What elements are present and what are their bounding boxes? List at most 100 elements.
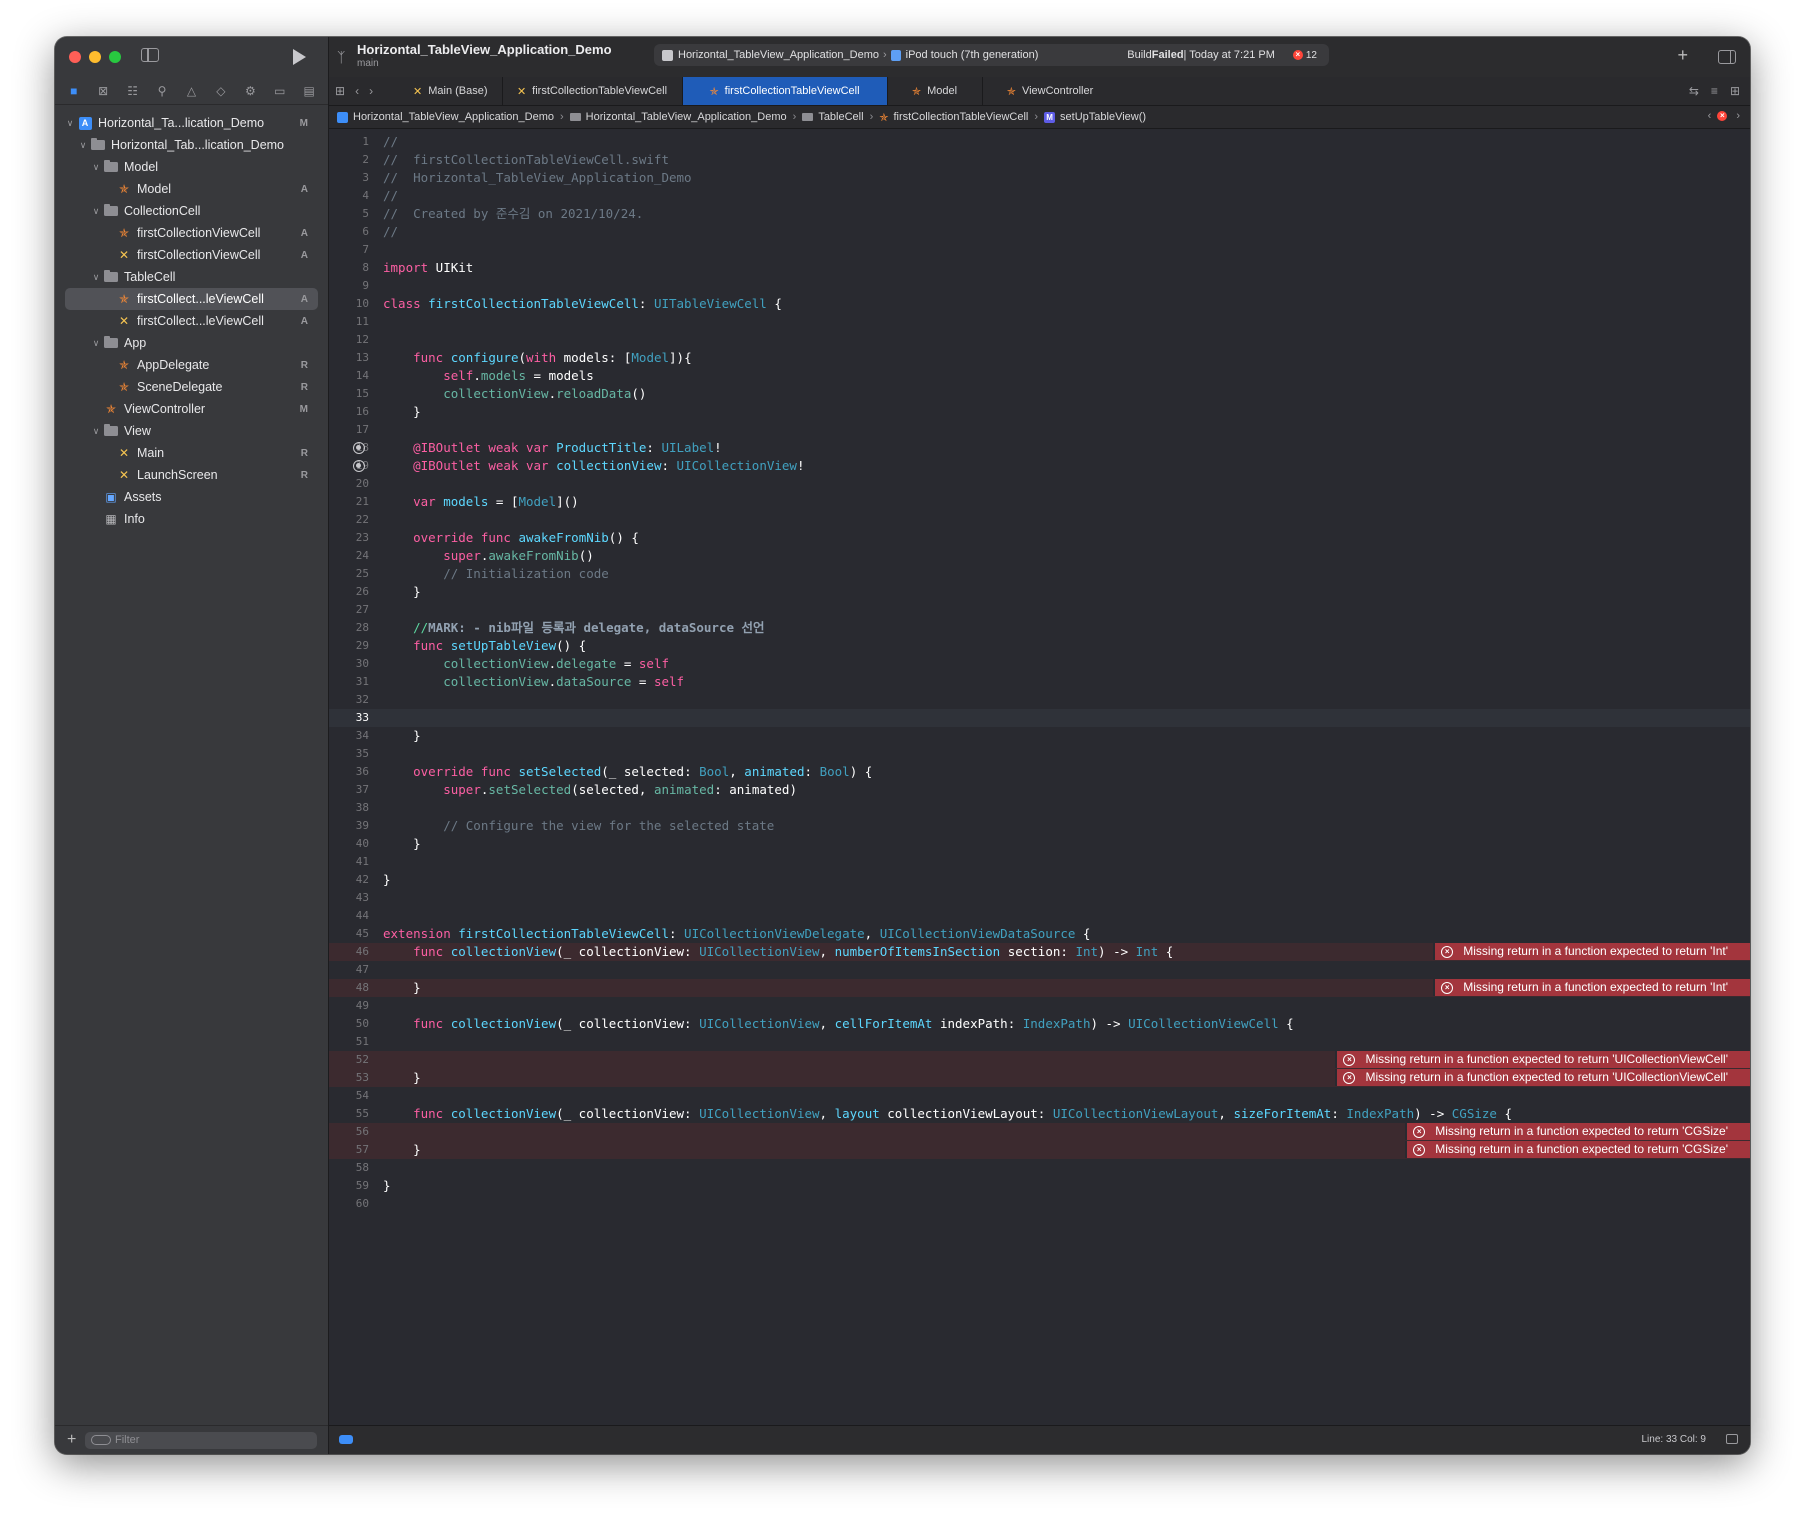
- error-annotation[interactable]: × Missing return in a function expected t…: [1433, 943, 1750, 960]
- forward-icon[interactable]: ›: [369, 84, 373, 98]
- scheme-and-status-bar[interactable]: Horizontal_TableView_Application_Demo › …: [654, 44, 1329, 66]
- line-number[interactable]: 53: [329, 1069, 369, 1087]
- code-line[interactable]: 31 collectionView.dataSource = self: [329, 673, 1750, 691]
- code-line[interactable]: 49: [329, 997, 1750, 1015]
- line-number[interactable]: 12: [329, 331, 369, 349]
- tree-item[interactable]: ∨ View: [55, 420, 328, 442]
- code-line[interactable]: 59}: [329, 1177, 1750, 1195]
- code-line[interactable]: 37 super.setSelected(selected, animated:…: [329, 781, 1750, 799]
- editor-options-icon[interactable]: ≡: [1711, 84, 1718, 98]
- code-line[interactable]: 27: [329, 601, 1750, 619]
- code-line[interactable]: 4 //: [329, 187, 1750, 205]
- line-number[interactable]: 4: [329, 187, 369, 205]
- line-number[interactable]: 43: [329, 889, 369, 907]
- line-number[interactable]: 33: [329, 709, 369, 727]
- code-line[interactable]: 35: [329, 745, 1750, 763]
- scheme-name[interactable]: Horizontal_TableView_Application_Demo: [678, 49, 879, 61]
- code-line[interactable]: 22: [329, 511, 1750, 529]
- panel-toggle-icon[interactable]: [1726, 1434, 1738, 1444]
- disclosure-chevron-icon[interactable]: ∨: [91, 338, 101, 349]
- code-line[interactable]: 1 //: [329, 133, 1750, 151]
- line-number[interactable]: 6: [329, 223, 369, 241]
- line-number[interactable]: 29: [329, 637, 369, 655]
- code-line[interactable]: 57 } × Missing return in a function expect…: [329, 1141, 1750, 1159]
- tree-item[interactable]: ∨ CollectionCell: [55, 200, 328, 222]
- tree-item[interactable]: ▦ Info: [55, 508, 328, 530]
- tree-item[interactable]: ✕ firstCollectionViewCell A: [55, 244, 328, 266]
- line-number[interactable]: 9: [329, 277, 369, 295]
- tree-item[interactable]: ▣ Assets: [55, 486, 328, 508]
- debug-navigator-tab-icon[interactable]: ⚙: [242, 84, 258, 98]
- previous-issue-icon[interactable]: ‹: [1708, 110, 1712, 122]
- tree-item[interactable]: ✯ ViewController M: [55, 398, 328, 420]
- code-line[interactable]: 13 func configure(with models: [Model]){: [329, 349, 1750, 367]
- error-annotation[interactable]: × Missing return in a function expected t…: [1335, 1069, 1750, 1086]
- issue-error-icon[interactable]: ×: [1717, 111, 1728, 121]
- line-number[interactable]: 38: [329, 799, 369, 817]
- symbol-navigator-tab-icon[interactable]: ☷: [125, 84, 141, 98]
- line-number[interactable]: 44: [329, 907, 369, 925]
- tree-item[interactable]: ∨ App: [55, 332, 328, 354]
- code-line[interactable]: 40 }: [329, 835, 1750, 853]
- line-number[interactable]: 41: [329, 853, 369, 871]
- code-line[interactable]: 23 override func awakeFromNib() {: [329, 529, 1750, 547]
- error-annotation[interactable]: × Missing return in a function expected t…: [1433, 979, 1750, 996]
- project-navigator-tab-icon[interactable]: ■: [66, 84, 82, 98]
- line-number[interactable]: 46: [329, 943, 369, 961]
- outlet-connection-icon[interactable]: [353, 442, 365, 454]
- code-line[interactable]: 16 }: [329, 403, 1750, 421]
- line-number[interactable]: 56: [329, 1123, 369, 1141]
- tree-item[interactable]: ✯ SceneDelegate R: [55, 376, 328, 398]
- code-line[interactable]: 55 func collectionView(_ collectionView:…: [329, 1105, 1750, 1123]
- line-number[interactable]: 25: [329, 565, 369, 583]
- close-window-button[interactable]: [69, 51, 81, 63]
- debug-area-toggle-icon[interactable]: [339, 1435, 353, 1444]
- tree-item[interactable]: ✯ AppDelegate R: [55, 354, 328, 376]
- line-number[interactable]: 21: [329, 493, 369, 511]
- editor-tab[interactable]: ✯ firstCollectionTableViewCell: [682, 77, 888, 105]
- code-line[interactable]: 21 var models = [Model](): [329, 493, 1750, 511]
- code-line[interactable]: 48 } × Missing return in a function expect…: [329, 979, 1750, 997]
- code-line[interactable]: 14 self.models = models: [329, 367, 1750, 385]
- back-icon[interactable]: ‹: [355, 84, 359, 98]
- tree-item[interactable]: ∨ A Horizontal_Ta...lication_Demo M: [55, 112, 328, 134]
- code-line[interactable]: 33: [329, 709, 1750, 727]
- code-line[interactable]: 12: [329, 331, 1750, 349]
- tree-item[interactable]: ∨ Horizontal_Tab...lication_Demo: [55, 134, 328, 156]
- line-number[interactable]: 8: [329, 259, 369, 277]
- error-annotation[interactable]: × Missing return in a function expected t…: [1405, 1123, 1750, 1140]
- code-line[interactable]: 3 // Horizontal_TableView_Application_Dem…: [329, 169, 1750, 187]
- line-number[interactable]: 35: [329, 745, 369, 763]
- add-file-icon[interactable]: +: [67, 1431, 76, 1449]
- line-number[interactable]: 2: [329, 151, 369, 169]
- breadcrumb-project[interactable]: Horizontal_TableView_Application_Demo: [337, 111, 554, 123]
- find-navigator-tab-icon[interactable]: ⚲: [154, 84, 170, 98]
- editor-tab[interactable]: ✕ firstCollectionTableViewCell: [503, 77, 683, 105]
- code-line[interactable]: 29 func setUpTableView() {: [329, 637, 1750, 655]
- tree-item[interactable]: ✕ firstCollect...leViewCell A: [55, 310, 328, 332]
- tree-item[interactable]: ∨ TableCell: [55, 266, 328, 288]
- line-number[interactable]: 17: [329, 421, 369, 439]
- minimize-window-button[interactable]: [89, 51, 101, 63]
- code-line[interactable]: 38: [329, 799, 1750, 817]
- line-number[interactable]: 58: [329, 1159, 369, 1177]
- line-number[interactable]: 50: [329, 1015, 369, 1033]
- line-number[interactable]: 28: [329, 619, 369, 637]
- line-number[interactable]: 37: [329, 781, 369, 799]
- line-number[interactable]: 26: [329, 583, 369, 601]
- line-number[interactable]: 59: [329, 1177, 369, 1195]
- code-line[interactable]: 6 //: [329, 223, 1750, 241]
- code-line[interactable]: 2 // firstCollectionTableViewCell.swift: [329, 151, 1750, 169]
- disclosure-chevron-icon[interactable]: ∨: [78, 140, 88, 151]
- line-number[interactable]: 13: [329, 349, 369, 367]
- line-number[interactable]: 14: [329, 367, 369, 385]
- line-number[interactable]: 16: [329, 403, 369, 421]
- code-line[interactable]: 50 func collectionView(_ collectionView:…: [329, 1015, 1750, 1033]
- inspector-toggle-icon[interactable]: [1718, 50, 1736, 64]
- code-line[interactable]: 52 × Missing return in a function expected…: [329, 1051, 1750, 1069]
- code-line[interactable]: 45 extension firstCollectionTableViewCell…: [329, 925, 1750, 943]
- code-line[interactable]: 25 // Initialization code: [329, 565, 1750, 583]
- tree-item[interactable]: ✕ LaunchScreen R: [55, 464, 328, 486]
- run-button[interactable]: [293, 49, 306, 65]
- line-number[interactable]: 23: [329, 529, 369, 547]
